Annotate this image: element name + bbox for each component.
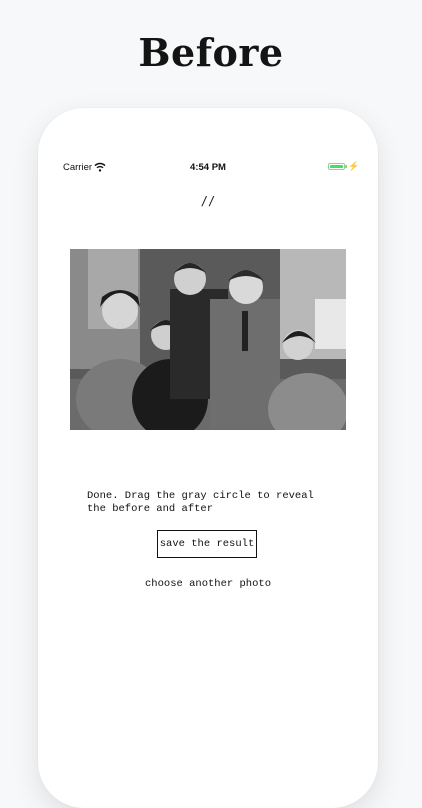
phone-frame: Carrier 4:54 PM ⚡ // Done. Drag the gray… xyxy=(38,108,378,808)
save-result-button[interactable]: save the result xyxy=(157,530,257,558)
charging-bolt-icon: ⚡ xyxy=(348,161,360,171)
menu-glyph[interactable]: // xyxy=(38,194,378,208)
headline: Before xyxy=(138,30,284,75)
photo-image xyxy=(70,249,346,430)
status-message: Done. Drag the gray circle to reveal the… xyxy=(87,490,314,515)
clock: 4:54 PM xyxy=(190,162,226,173)
status-bar: Carrier 4:54 PM ⚡ xyxy=(38,160,378,176)
battery-icon: ⚡ xyxy=(328,161,359,172)
before-after-photo[interactable] xyxy=(70,249,346,430)
choose-another-photo-link[interactable]: choose another photo xyxy=(38,578,378,590)
